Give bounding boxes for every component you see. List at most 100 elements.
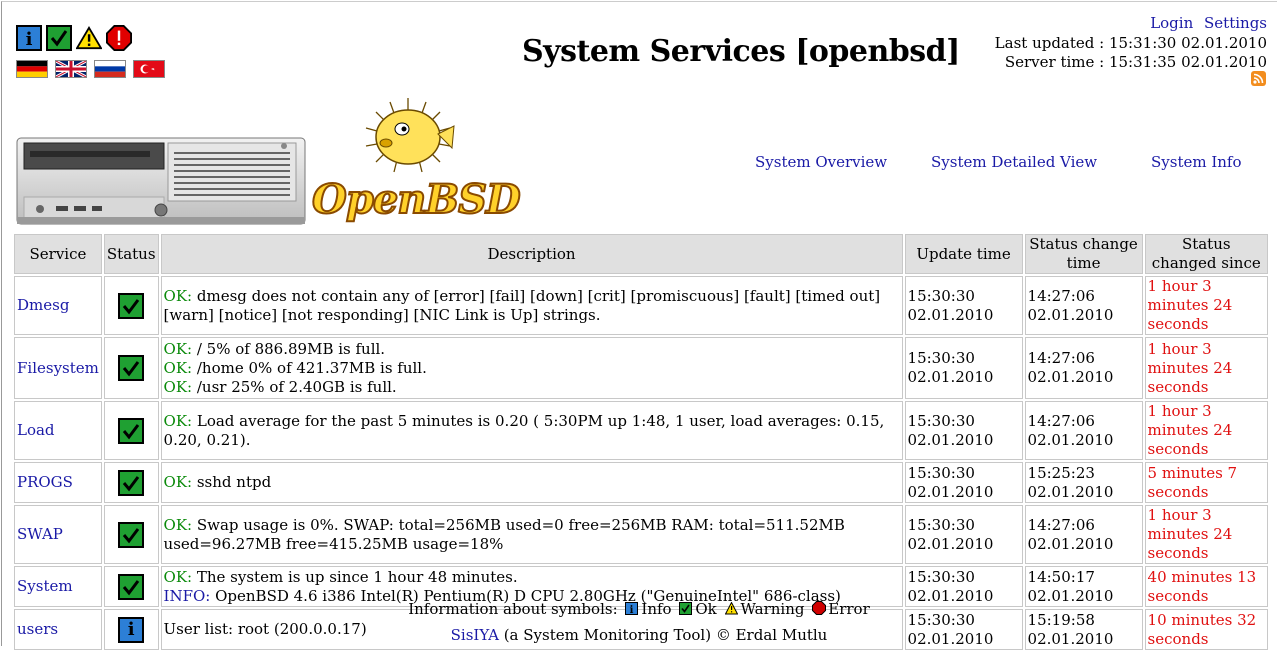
- nav-system-overview[interactable]: System Overview: [755, 153, 887, 171]
- status-change-time-cell-line: 14:27:06: [1027, 286, 1095, 305]
- table-row: Filesystem OK: / 5% of 886.89MB is full. O…: [14, 337, 1268, 399]
- status-change-time-cell-line: 02.01.2010: [1027, 534, 1114, 553]
- status-cell: [103, 505, 159, 564]
- warning-icon: [724, 601, 738, 615]
- update-time-cell-line: 02.01.2010: [907, 534, 994, 553]
- turkish-flag-icon[interactable]: [133, 60, 165, 78]
- ok-tag: OK:: [163, 358, 193, 377]
- status-changed-since-cell: 1 hour 3 minutes 24 seconds: [1144, 401, 1268, 460]
- status-change-time-cell: 14:27:06 02.01.2010: [1024, 276, 1143, 335]
- ok-icon[interactable]: [118, 417, 145, 444]
- uk-flag-icon[interactable]: [55, 60, 87, 78]
- last-updated: Last updated : 15:31:30 02.01.2010: [994, 34, 1267, 52]
- legend-warning-label: Warning: [740, 600, 805, 618]
- update-time-cell: 15:30:30 02.01.2010: [904, 505, 1023, 564]
- svg-text:i: i: [630, 605, 634, 615]
- description-text: dmesg does not contain any of [error] [f…: [163, 286, 881, 324]
- service-link[interactable]: Load: [17, 421, 55, 439]
- service-cell: SWAP: [14, 505, 102, 564]
- description-text: Swap usage is 0%. SWAP: total=256MB used…: [163, 515, 845, 553]
- update-time-cell-line: 15:30:30: [907, 463, 975, 482]
- description-line: OK: /usr 25% of 2.40GB is full.: [164, 378, 900, 397]
- footer-text: (a System Monitoring Tool) © Erdal Mutlu: [498, 626, 828, 644]
- update-time-cell-line: 02.01.2010: [907, 482, 994, 501]
- description-text: sshd ntpd: [192, 473, 272, 491]
- ok-icon[interactable]: [118, 355, 145, 381]
- legend-ok-label: Ok: [695, 600, 717, 618]
- page-title: System Services [openbsd]: [522, 34, 960, 69]
- russian-flag-icon[interactable]: [94, 60, 126, 78]
- update-time-cell: 15:30:30 02.01.2010: [904, 462, 1023, 503]
- settings-link[interactable]: Settings: [1204, 14, 1267, 32]
- legend-error-label: Error: [828, 600, 870, 618]
- update-time-cell-line: 15:30:30: [907, 515, 975, 534]
- symbol-legend: Information about symbols: i Info Ok Warn…: [0, 600, 1278, 618]
- ok-tag: OK:: [163, 473, 193, 491]
- status-changed-since-cell: 5 minutes 7 seconds: [1144, 462, 1268, 503]
- service-cell: Load: [14, 401, 102, 460]
- ok-tag: OK:: [163, 515, 193, 534]
- description-cell: OK: Swap usage is 0%. SWAP: total=256MB …: [160, 505, 903, 564]
- service-cell: PROGS: [14, 462, 102, 503]
- description-text: /home 0% of 421.37MB is full.: [192, 358, 427, 377]
- update-time-cell: 15:30:30 02.01.2010: [904, 276, 1023, 335]
- rss-icon[interactable]: [1251, 71, 1266, 86]
- service-link[interactable]: Dmesg: [17, 296, 69, 314]
- status-change-time-cell-line: 02.01.2010: [1027, 305, 1114, 324]
- service-cell: Dmesg: [14, 276, 102, 335]
- error-icon: [812, 601, 827, 615]
- description-cell: OK: sshd ntpd: [160, 462, 903, 503]
- status-change-time-cell-line: 14:27:06: [1027, 411, 1095, 430]
- sisiya-link[interactable]: SisIYA: [451, 626, 499, 644]
- status-change-time-cell-line: 14:27:06: [1027, 349, 1095, 367]
- info-icon[interactable]: i: [16, 25, 42, 51]
- description-text: / 5% of 886.89MB is full.: [192, 339, 386, 358]
- update-time-cell: 15:30:30 02.01.2010: [904, 401, 1023, 460]
- description-line: OK: sshd ntpd: [164, 473, 900, 492]
- status-change-time-cell: 14:27:06 02.01.2010: [1024, 401, 1143, 460]
- ok-tag: OK:: [163, 286, 193, 305]
- error-icon[interactable]: [106, 25, 132, 51]
- table-row: Load OK: Load average for the past 5 minu…: [14, 401, 1268, 460]
- status-change-time-cell-line: 15:25:23: [1027, 463, 1095, 482]
- update-time-cell-line: 02.01.2010: [907, 430, 994, 449]
- header-service: Service: [14, 234, 102, 274]
- description-line: OK: /home 0% of 421.37MB is full.: [164, 359, 900, 378]
- german-flag-icon[interactable]: [16, 60, 48, 78]
- header-status: Status: [103, 234, 159, 274]
- service-cell: Filesystem: [14, 337, 102, 399]
- ok-icon[interactable]: [118, 469, 145, 496]
- status-cell: [103, 337, 159, 399]
- status-change-time-cell-line: 02.01.2010: [1027, 430, 1114, 449]
- legend-info-label: Info: [641, 600, 672, 618]
- update-time-cell-line: 15:30:30: [907, 411, 975, 430]
- login-link[interactable]: Login: [1150, 14, 1193, 32]
- nav-system-detailed-view[interactable]: System Detailed View: [931, 153, 1097, 171]
- ok-icon[interactable]: [46, 25, 72, 51]
- status-cell: [103, 462, 159, 503]
- time-info: Last updated : 15:31:30 02.01.2010 Serve…: [995, 34, 1267, 72]
- header-status-change-time: Status change time: [1024, 234, 1143, 274]
- nav-system-info[interactable]: System Info: [1151, 153, 1242, 171]
- ok-icon[interactable]: [118, 573, 145, 600]
- warning-icon[interactable]: [76, 25, 102, 50]
- service-link[interactable]: PROGS: [17, 473, 73, 491]
- table-row: SWAP OK: Swap usage is 0%. SWAP: total=25…: [14, 505, 1268, 564]
- update-time-cell: 15:30:30 02.01.2010: [904, 337, 1023, 399]
- service-link[interactable]: SWAP: [17, 525, 63, 543]
- description-cell: OK: / 5% of 886.89MB is full. OK: /home 0…: [160, 337, 903, 399]
- status-change-time-cell: 15:25:23 02.01.2010: [1024, 462, 1143, 503]
- status-change-time-cell-line: 14:27:06: [1027, 515, 1095, 534]
- header-update-time: Update time: [904, 234, 1023, 274]
- top-links: Login Settings: [1144, 14, 1267, 32]
- description-line: OK: / 5% of 886.89MB is full.: [164, 340, 900, 359]
- status-change-time-cell-line: 02.01.2010: [1027, 368, 1114, 386]
- service-link[interactable]: System: [17, 577, 73, 595]
- ok-icon[interactable]: [118, 521, 145, 548]
- status-changed-since-cell: 1 hour 3 minutes 24 seconds: [1144, 505, 1268, 564]
- ok-icon[interactable]: [118, 292, 145, 319]
- symbol-bar: i: [16, 25, 132, 51]
- status-cell: [103, 401, 159, 460]
- language-flags: [16, 60, 165, 78]
- service-link[interactable]: Filesystem: [17, 359, 99, 377]
